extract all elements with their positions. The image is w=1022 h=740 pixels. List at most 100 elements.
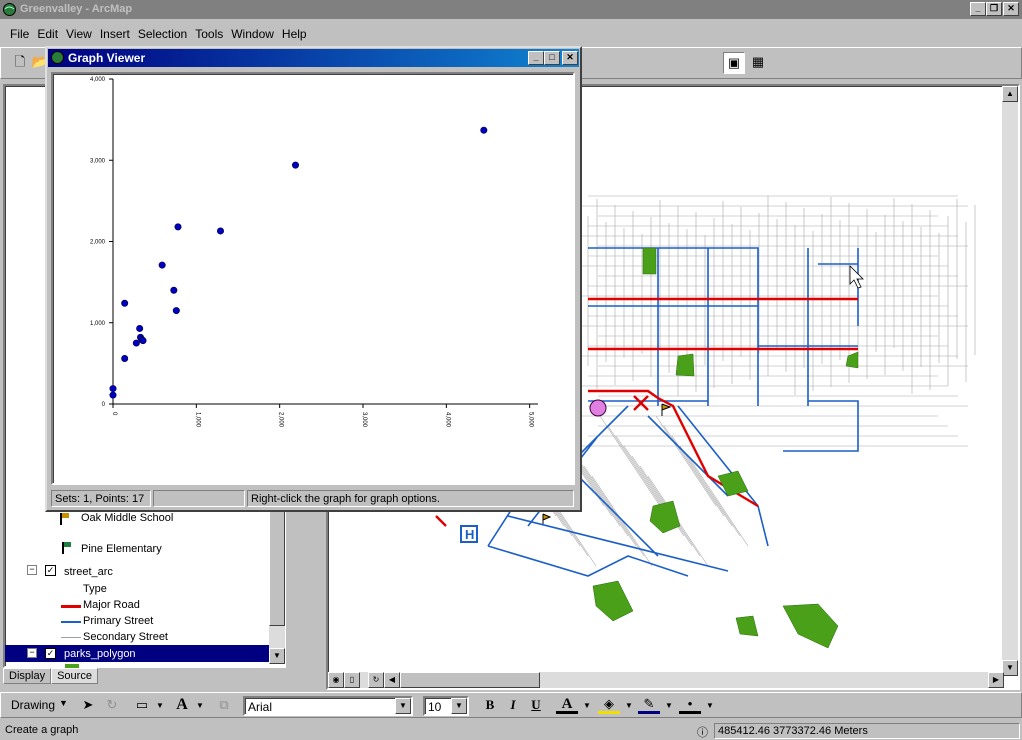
font-color-dropdown-icon[interactable]: ▼ [576, 696, 598, 718]
graph-close-button[interactable]: ✕ [562, 51, 578, 65]
status-message: Create a graph [5, 724, 79, 736]
minimize-button[interactable]: _ [970, 2, 986, 16]
y-tick-label: 2,000 [90, 240, 106, 246]
graph-maximize-button[interactable]: □ [544, 51, 560, 65]
x-tick-label: 0 [111, 412, 117, 416]
refresh-icon[interactable]: ↻ [368, 672, 384, 688]
scroll-left-button[interactable]: ◀ [384, 672, 400, 688]
data-point [170, 286, 178, 294]
toc-legend-heading: Type [83, 583, 107, 595]
scroll-thumb[interactable] [269, 506, 285, 626]
red-x-marker [633, 395, 649, 411]
close-button[interactable]: ✕ [1003, 2, 1019, 16]
restore-button[interactable]: ❐ [986, 2, 1002, 16]
x-tick-label: 3,000 [361, 412, 367, 428]
menu-insert[interactable]: Insert [96, 25, 134, 43]
fill-color-dropdown-icon[interactable]: ▼ [618, 696, 640, 718]
underline-button[interactable]: U [525, 695, 547, 717]
data-point [109, 391, 117, 399]
y-tick-label: 1,000 [90, 321, 106, 327]
toc-item-pine-elementary[interactable]: Pine Elementary [81, 543, 162, 555]
bold-button[interactable]: B [479, 695, 501, 717]
new-document-icon[interactable]: 🗋 [9, 52, 31, 74]
menu-file[interactable]: File [6, 25, 33, 43]
park-polygon [649, 500, 681, 534]
park-polygon [717, 470, 749, 497]
data-point [292, 161, 300, 169]
park-polygon [735, 615, 759, 637]
collapse-toggle[interactable]: − [27, 648, 37, 658]
graph-status-empty [153, 490, 245, 507]
graph-plot-area[interactable]: 0 1,000 2,000 3,000 4,000 0 1,000 2,000 3,000 4,0… [51, 72, 575, 485]
font-name-select[interactable]: Arial ▼ [243, 696, 413, 716]
rotate-icon[interactable]: ↻ [101, 695, 123, 717]
font-color-icon[interactable]: A [556, 694, 578, 714]
table-icon[interactable]: ▦ [747, 52, 769, 74]
graph-viewer-title-bar[interactable]: Graph Viewer _ □ ✕ [48, 49, 579, 67]
graph-minimize-button[interactable]: _ [528, 51, 544, 65]
collapse-toggle[interactable]: − [27, 565, 37, 575]
data-point [217, 227, 225, 235]
drawing-dropdown-icon[interactable]: ▼ [59, 698, 68, 708]
graph-viewer-window: Graph Viewer _ □ ✕ 0 1,000 2,000 3,000 4,000… [45, 46, 582, 512]
line-color-icon[interactable]: ✎ [638, 694, 660, 714]
data-point [121, 354, 129, 362]
status-info-icon: ⓘ [697, 727, 708, 739]
scroll-down-button[interactable]: ▼ [269, 648, 285, 664]
layer-visibility-checkbox[interactable]: ✓ [45, 565, 56, 576]
layer-visibility-checkbox[interactable]: ✓ [45, 648, 56, 659]
legend-label-major-road: Major Road [83, 599, 140, 611]
y-tick-label: 0 [102, 402, 106, 408]
map-vertical-scrollbar[interactable]: ▲ ▼ [1002, 86, 1018, 676]
menu-help[interactable]: Help [278, 25, 311, 43]
scroll-right-button[interactable]: ▶ [988, 672, 1004, 688]
toc-layer-street-arc[interactable]: street_arc [64, 566, 113, 578]
rectangle-dropdown-icon[interactable]: ▼ [149, 696, 171, 718]
globe-view-icon[interactable]: ◉ [328, 672, 344, 688]
drawing-toolbar: Drawing ▼ ➤ ↻ ▭ ▼ A ▼ ⧉ Arial ▼ 10 ▼ B I… [0, 692, 1022, 718]
marker-color-dropdown-icon[interactable]: ▼ [699, 696, 721, 718]
tab-source[interactable]: Source [51, 668, 98, 684]
hospital-letter: H [465, 527, 474, 542]
fill-color-icon[interactable]: ◈ [598, 694, 620, 714]
graph-status-bar: Sets: 1, Points: 17 Right-click the grap… [51, 490, 576, 508]
legend-label-secondary-street: Secondary Street [83, 631, 168, 643]
data-point [139, 337, 147, 345]
scroll-thumb[interactable] [400, 672, 540, 688]
menu-selection[interactable]: Selection [134, 25, 191, 43]
map-horizontal-scrollbar[interactable]: ◉ ▯ ↻ ◀ ▶ [328, 672, 1004, 688]
school-flag-icon [542, 513, 552, 524]
park-polygon [845, 351, 859, 369]
menu-window[interactable]: Window [227, 25, 278, 43]
select-arrow-icon[interactable]: ➤ [77, 695, 99, 717]
data-point [480, 126, 488, 134]
layout-view-icon[interactable]: ▣ [723, 52, 745, 74]
page-view-icon[interactable]: ▯ [344, 672, 360, 688]
marker-color-icon[interactable]: • [679, 694, 701, 714]
toc-layer-parks-polygon[interactable]: parks_polygon [64, 648, 136, 660]
italic-button[interactable]: I [502, 695, 524, 717]
scatter-chart[interactable]: 0 1,000 2,000 3,000 4,000 0 1,000 2,000 3,000 4,0… [53, 74, 573, 483]
menu-view[interactable]: View [62, 25, 96, 43]
menu-tools[interactable]: Tools [191, 25, 227, 43]
chevron-down-icon[interactable]: ▼ [451, 698, 467, 714]
scroll-down-button[interactable]: ▼ [1002, 660, 1018, 676]
toc-item-oak-middle-school[interactable]: Oak Middle School [81, 512, 173, 524]
y-tick-label: 4,000 [90, 77, 106, 83]
app-title: Greenvalley - ArcMap [20, 3, 133, 15]
font-size-select[interactable]: 10 ▼ [423, 696, 469, 716]
graph-status-hint: Right-click the graph for graph options. [247, 490, 574, 507]
menu-edit[interactable]: Edit [33, 25, 62, 43]
scroll-up-button[interactable]: ▲ [1002, 86, 1018, 102]
park-polygon [782, 603, 839, 649]
line-color-dropdown-icon[interactable]: ▼ [658, 696, 680, 718]
edit-vertices-icon[interactable]: ⧉ [213, 695, 235, 717]
graph-status-sets: Sets: 1, Points: 17 [51, 490, 151, 507]
chevron-down-icon[interactable]: ▼ [395, 698, 411, 714]
data-point [158, 261, 166, 269]
text-dropdown-icon[interactable]: ▼ [189, 696, 211, 718]
tab-display[interactable]: Display [3, 668, 52, 684]
font-name-value: Arial [248, 700, 273, 714]
data-point [132, 339, 140, 347]
drawing-menu[interactable]: Drawing [11, 698, 55, 712]
